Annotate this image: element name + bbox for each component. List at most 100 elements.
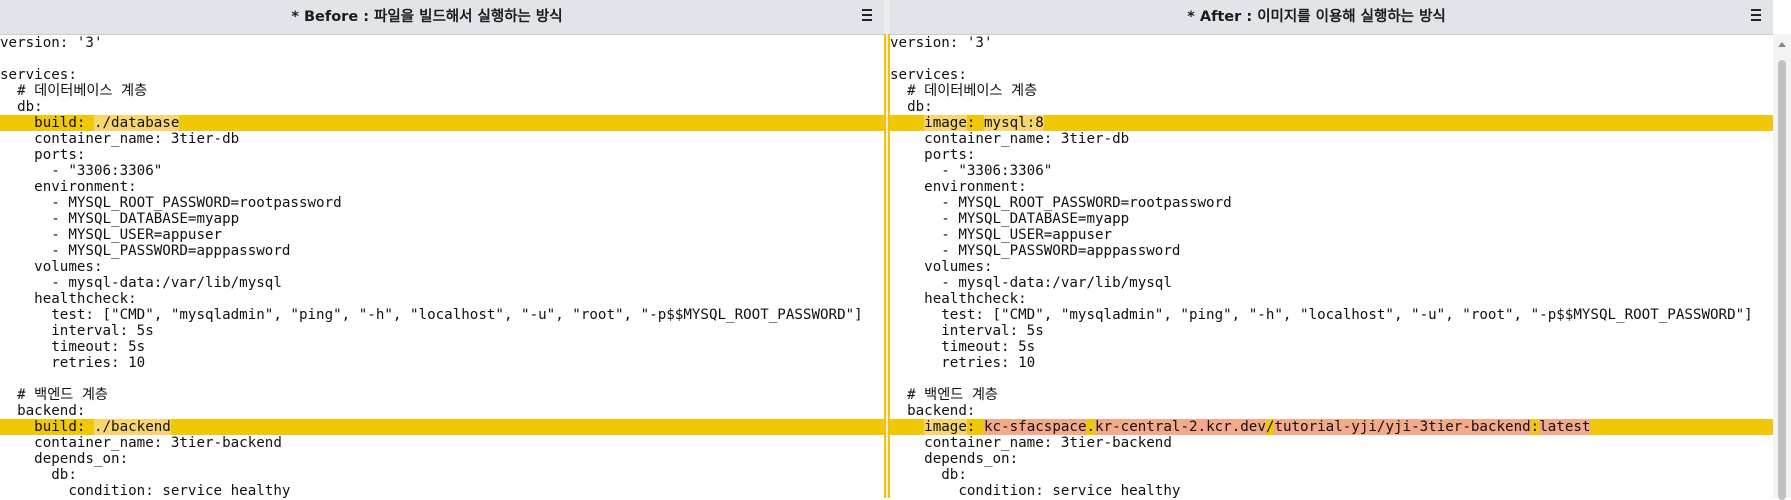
code-line-changed: build: ./backend bbox=[0, 419, 884, 435]
code-token-changed: build bbox=[0, 419, 77, 435]
code-text: retries: 10 bbox=[0, 355, 146, 371]
pane-title-after: * After : 이미지를 이용해 실행하는 방식 bbox=[1187, 9, 1446, 25]
code-line: condition: service_healthy bbox=[890, 483, 1773, 498]
code-text: : bbox=[76, 115, 94, 131]
code-line: - MYSQL_DATABASE=myapp bbox=[0, 211, 884, 227]
code-line: environment: bbox=[0, 179, 884, 195]
hamburger-menu-icon[interactable] bbox=[1751, 9, 1761, 23]
code-text: version: '3' bbox=[0, 35, 103, 51]
code-text: volumes: bbox=[890, 259, 993, 275]
code-token-changed: kr-central-2.kcr.dev bbox=[1095, 419, 1266, 435]
code-line: retries: 10 bbox=[0, 355, 884, 371]
code-text: test: ["CMD", "mysqladmin", "ping", "-h"… bbox=[890, 307, 1753, 323]
code-line: db: bbox=[0, 467, 884, 483]
code-text: db: bbox=[0, 99, 43, 115]
pane-header-after: * After : 이미지를 이용해 실행하는 방식 bbox=[890, 0, 1773, 35]
code-line: - MYSQL_ROOT_PASSWORD=rootpassword bbox=[0, 195, 884, 211]
code-token-changed: kc-sfacspace bbox=[983, 419, 1087, 435]
code-line: # 데이터베이스 계층 bbox=[890, 83, 1773, 99]
code-line: interval: 5s bbox=[0, 323, 884, 339]
code-text: . bbox=[1086, 419, 1096, 435]
code-text: - MYSQL_PASSWORD=apppassword bbox=[0, 243, 291, 259]
code-text: - MYSQL_PASSWORD=apppassword bbox=[890, 243, 1181, 259]
code-line: backend: bbox=[0, 403, 884, 419]
code-line: - MYSQL_DATABASE=myapp bbox=[890, 211, 1773, 227]
code-text: container_name: 3tier-db bbox=[0, 131, 240, 147]
code-line: - MYSQL_USER=appuser bbox=[890, 227, 1773, 243]
scrollbar-thumb[interactable] bbox=[1778, 60, 1786, 500]
code-text: - "3306:3306" bbox=[0, 163, 163, 179]
code-line: ports: bbox=[890, 147, 1773, 163]
code-text: timeout: 5s bbox=[0, 339, 146, 355]
code-line: test: ["CMD", "mysqladmin", "ping", "-h"… bbox=[890, 307, 1773, 323]
code-line: timeout: 5s bbox=[890, 339, 1773, 355]
code-line: depends_on: bbox=[0, 451, 884, 467]
code-line: db: bbox=[890, 99, 1773, 115]
code-line: timeout: 5s bbox=[0, 339, 884, 355]
hamburger-menu-icon[interactable] bbox=[862, 9, 872, 23]
code-text: - MYSQL_USER=appuser bbox=[0, 227, 223, 243]
code-token-changed: latest bbox=[1539, 419, 1591, 435]
code-text: # 데이터베이스 계층 bbox=[890, 83, 1038, 99]
code-line: container_name: 3tier-db bbox=[0, 131, 884, 147]
code-token-changed: tutorial-yji/yji-3tier-backend bbox=[1274, 419, 1531, 435]
code-line: container_name: 3tier-db bbox=[890, 131, 1773, 147]
code-line: ports: bbox=[0, 147, 884, 163]
code-text: # 데이터베이스 계층 bbox=[0, 83, 148, 99]
code-text: : bbox=[966, 419, 984, 435]
pane-header-before: * Before : 파일을 빌드해서 실행하는 방식 bbox=[0, 0, 884, 35]
code-line: - mysql-data:/var/lib/mysql bbox=[0, 275, 884, 291]
code-text: db: bbox=[890, 99, 933, 115]
vertical-scrollbar[interactable] bbox=[1773, 34, 1791, 500]
code-line: db: bbox=[890, 467, 1773, 483]
code-text: - MYSQL_DATABASE=myapp bbox=[890, 211, 1130, 227]
code-text: db: bbox=[0, 467, 77, 483]
code-text: - MYSQL_DATABASE=myapp bbox=[0, 211, 240, 227]
code-view-after[interactable]: version: '3' services: # 데이터베이스 계층 db: im… bbox=[890, 35, 1773, 498]
code-text: ports: bbox=[890, 147, 976, 163]
code-line: services: bbox=[0, 67, 884, 83]
code-text: depends_on: bbox=[0, 451, 129, 467]
code-text: - MYSQL_ROOT_PASSWORD=rootpassword bbox=[890, 195, 1232, 211]
code-text: condition: service_healthy bbox=[890, 483, 1181, 498]
code-view-before[interactable]: version: '3' services: # 데이터베이스 계층 db: bu… bbox=[0, 35, 884, 498]
code-line: - MYSQL_PASSWORD=apppassword bbox=[0, 243, 884, 259]
code-text: # 백엔드 계층 bbox=[0, 387, 108, 403]
code-line-changed: build: ./database bbox=[0, 115, 884, 131]
code-line: - MYSQL_PASSWORD=apppassword bbox=[890, 243, 1773, 259]
code-line: volumes: bbox=[0, 259, 884, 275]
code-text: backend: bbox=[890, 403, 976, 419]
code-line: - "3306:3306" bbox=[0, 163, 884, 179]
code-text: ports: bbox=[0, 147, 86, 163]
code-token-changed: build bbox=[0, 115, 77, 131]
code-line: test: ["CMD", "mysqladmin", "ping", "-h"… bbox=[0, 307, 884, 323]
code-line: version: '3' bbox=[0, 35, 884, 51]
code-line: healthcheck: bbox=[0, 291, 884, 307]
code-line: container_name: 3tier-backend bbox=[0, 435, 884, 451]
code-line: # 백엔드 계층 bbox=[890, 387, 1773, 403]
code-line: services: bbox=[890, 67, 1773, 83]
code-line: db: bbox=[0, 99, 884, 115]
code-token-changed: ./database bbox=[93, 115, 180, 131]
code-text: environment: bbox=[0, 179, 137, 195]
code-text: db: bbox=[890, 467, 967, 483]
code-text: timeout: 5s bbox=[890, 339, 1036, 355]
code-text: interval: 5s bbox=[890, 323, 1044, 339]
code-text: retries: 10 bbox=[890, 355, 1036, 371]
code-text: interval: 5s bbox=[0, 323, 154, 339]
code-line: - MYSQL_USER=appuser bbox=[0, 227, 884, 243]
code-line: # 데이터베이스 계층 bbox=[0, 83, 884, 99]
code-text: healthcheck: bbox=[890, 291, 1027, 307]
code-text: container_name: 3tier-backend bbox=[0, 435, 282, 451]
diff-pane-after: * After : 이미지를 이용해 실행하는 방식 version: '3' s… bbox=[890, 0, 1773, 498]
scroll-up-arrow-icon[interactable] bbox=[1778, 42, 1786, 47]
code-line-changed: image: kc-sfacspace.kr-central-2.kcr.dev… bbox=[890, 419, 1773, 435]
code-text: version: '3' bbox=[890, 35, 993, 51]
code-token-changed: mysql:8 bbox=[983, 115, 1044, 131]
code-text: - MYSQL_USER=appuser bbox=[890, 227, 1113, 243]
